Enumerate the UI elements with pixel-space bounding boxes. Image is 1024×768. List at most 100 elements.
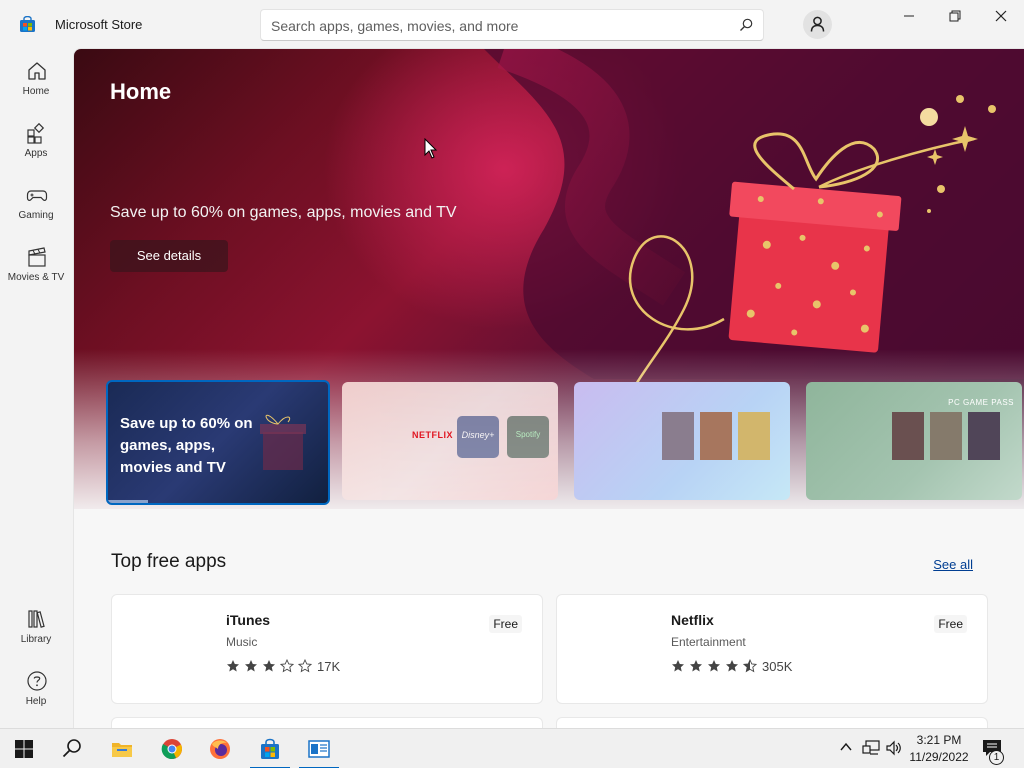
star-half-icon (743, 659, 757, 673)
star-full-icon (690, 660, 702, 672)
clock-time[interactable]: 3:21 PM (909, 733, 969, 747)
minimize-icon (904, 15, 914, 17)
spotify-tile: Spotify (507, 416, 549, 458)
see-details-button[interactable]: See details (110, 240, 228, 272)
game-cover (968, 412, 1000, 460)
section-title: Top free apps (111, 551, 227, 572)
star-full-icon (227, 660, 239, 672)
price-badge: Free (934, 615, 967, 633)
app-taskbar-button[interactable] (295, 729, 343, 768)
star-full-icon (708, 660, 720, 672)
search-input[interactable] (271, 17, 711, 35)
star-empty-icon (298, 659, 312, 673)
page-title: Home (110, 79, 172, 104)
sidebar-item-label: Help (25, 696, 47, 707)
store-taskbar-button[interactable] (246, 729, 294, 768)
sidebar-item-movies-tv[interactable]: Movies & TV (2, 242, 70, 300)
restore-icon (949, 10, 961, 22)
search-icon (62, 739, 81, 758)
netflix-label: NETFLIX (412, 430, 453, 440)
app-category: Entertainment (671, 635, 746, 649)
carousel-card-games[interactable] (574, 382, 790, 500)
home-icon (28, 62, 46, 80)
star-empty-icon (280, 659, 294, 673)
app-card-itunes[interactable]: iTunes Music Free 17K (111, 594, 543, 704)
app-card-partial[interactable] (111, 717, 543, 728)
movies-icon (28, 247, 46, 267)
hero-carousel: Save up to 60% on games, apps, movies an… (106, 380, 1024, 507)
network-icon[interactable] (862, 740, 880, 756)
chevron-up-icon[interactable] (839, 740, 853, 754)
minimize-button[interactable] (886, 0, 932, 32)
start-button[interactable] (0, 729, 48, 768)
title-bar: Microsoft Store (0, 0, 1024, 48)
hero-banner: Home Save up to 60% on games, apps, movi… (74, 49, 1024, 509)
help-icon (27, 671, 47, 691)
firefox-icon (210, 739, 230, 759)
carousel-card-gamepass[interactable]: PC GAME PASS (806, 382, 1022, 500)
chrome-button[interactable] (148, 729, 196, 768)
app-name: iTunes (226, 612, 271, 628)
gamepass-label: PC GAME PASS (948, 398, 1014, 407)
disney-tile: Disney+ (457, 416, 499, 458)
sidebar-item-home[interactable]: Home (2, 56, 70, 114)
mouse-cursor-icon (424, 138, 438, 159)
store-icon (261, 738, 279, 759)
sidebar-item-help[interactable]: Help (2, 666, 70, 724)
notification-count-badge: 1 (989, 750, 1004, 765)
close-icon (995, 10, 1007, 22)
sidebar: Home Apps Gaming Movies & TV Library Hel… (0, 48, 73, 728)
rating-count: 305K (762, 659, 793, 674)
disney-label: Disney+ (461, 430, 495, 440)
carousel-progress (108, 500, 148, 503)
sidebar-item-label: Apps (24, 148, 48, 159)
sidebar-item-label: Movies & TV (7, 272, 65, 283)
account-avatar[interactable] (803, 10, 832, 39)
sidebar-item-label: Gaming (18, 210, 54, 221)
user-icon (810, 16, 825, 32)
store-logo-icon (20, 16, 35, 32)
apps-icon (27, 122, 45, 144)
search-box[interactable] (260, 9, 764, 41)
taskbar: 3:21 PM 11/29/2022 1 (0, 728, 1024, 768)
close-button[interactable] (978, 0, 1024, 32)
carousel-card-sale[interactable]: Save up to 60% on games, apps, movies an… (106, 380, 330, 505)
price-badge: Free (489, 615, 522, 633)
sidebar-item-apps[interactable]: Apps (2, 118, 70, 176)
game-cover (700, 412, 732, 460)
star-full-icon (726, 660, 738, 672)
start-icon (15, 740, 33, 758)
spotify-label: Spotify (515, 430, 541, 439)
app-card-netflix[interactable]: Netflix Entertainment Free 305K (556, 594, 988, 704)
app-category: Music (226, 635, 258, 649)
sidebar-item-label: Home (22, 86, 50, 97)
game-cover (892, 412, 924, 460)
file-explorer-button[interactable] (98, 729, 146, 768)
chrome-icon (161, 739, 182, 759)
rating-count: 17K (317, 659, 341, 674)
game-cover (738, 412, 770, 460)
restore-button[interactable] (932, 0, 978, 32)
app-card-partial[interactable] (556, 717, 988, 728)
file-explorer-icon (112, 743, 132, 757)
firefox-button[interactable] (196, 729, 244, 768)
carousel-card-text: Save up to 60% on games, apps, movies an… (120, 415, 253, 476)
hero-subtitle: Save up to 60% on games, apps, movies an… (110, 204, 457, 221)
clock-date[interactable]: 11/29/2022 (906, 750, 972, 764)
sidebar-item-gaming[interactable]: Gaming (2, 180, 70, 238)
main-content: Home Save up to 60% on games, apps, movi… (73, 48, 1024, 728)
app-title: Microsoft Store (55, 17, 143, 32)
see-all-link[interactable]: See all (933, 557, 973, 572)
star-full-icon (263, 660, 275, 672)
game-cover (930, 412, 962, 460)
sidebar-item-library[interactable]: Library (2, 604, 70, 662)
volume-icon[interactable] (885, 740, 903, 756)
carousel-card-streaming[interactable]: NETFLIX Disney+ Spotify (342, 382, 558, 500)
gaming-icon (26, 190, 48, 201)
sidebar-item-label: Library (20, 634, 52, 645)
search-icon[interactable] (739, 18, 753, 32)
library-icon (28, 610, 45, 628)
game-cover (662, 412, 694, 460)
app-name: Netflix (671, 612, 714, 628)
taskbar-search-button[interactable] (48, 729, 96, 768)
